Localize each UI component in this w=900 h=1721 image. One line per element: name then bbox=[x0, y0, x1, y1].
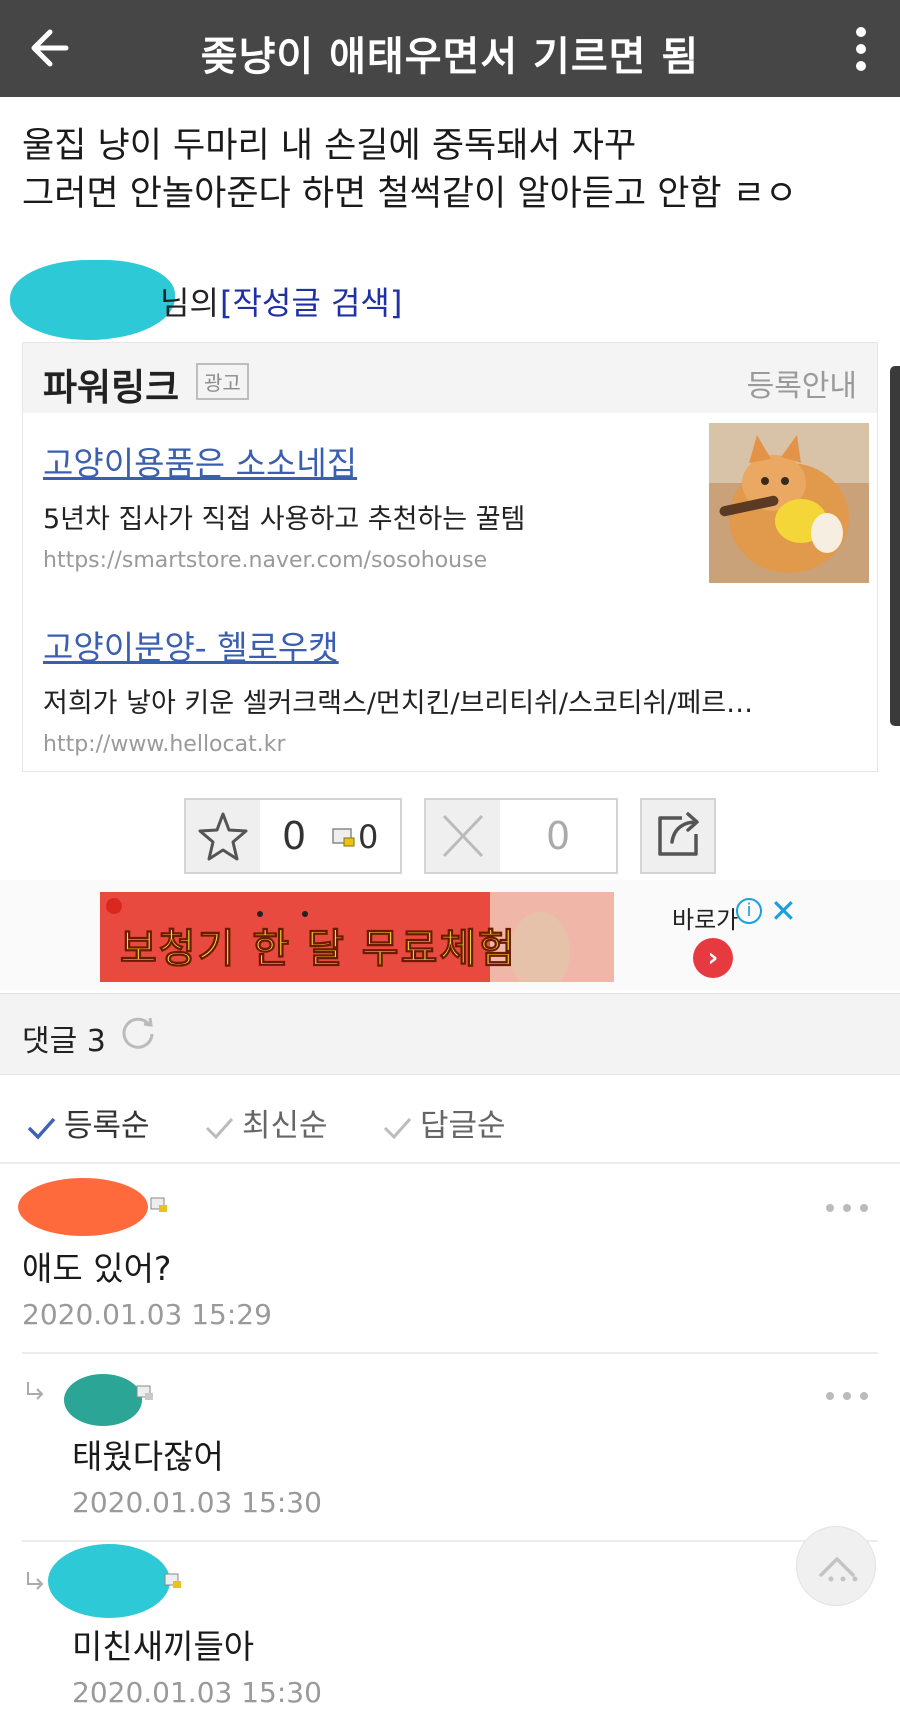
commenter-name-redaction bbox=[64, 1374, 142, 1426]
ad-register-link[interactable]: 등록안내 bbox=[747, 361, 857, 405]
check-icon bbox=[383, 1117, 412, 1139]
scroll-top-button[interactable] bbox=[796, 1526, 876, 1606]
level-count: 0 bbox=[358, 818, 379, 856]
side-scroll-indicator bbox=[890, 366, 900, 726]
check-icon bbox=[27, 1117, 56, 1140]
unrecommend-button[interactable] bbox=[426, 800, 500, 872]
author-suffix: 님의 bbox=[160, 284, 219, 322]
reply-comment-item: 태웠다잖어 2020.01.03 15:30 bbox=[0, 1354, 900, 1540]
star-icon bbox=[198, 812, 248, 861]
post-content: 울집 냥이 두마리 내 손길에 중독돼서 자꾸 그러면 안놀아준다 하면 철썩같… bbox=[22, 122, 797, 218]
sort-label: 등록순 bbox=[64, 1108, 150, 1144]
comment-date: 2020.01.03 15:29 bbox=[22, 1298, 272, 1331]
page-title: 좆냥이 애태우면서 기르면 됨 bbox=[200, 34, 700, 80]
comment-count: 댓글 3 bbox=[22, 1024, 106, 1059]
ad-item[interactable]: 고양이분양- 헬로우캣 저희가 낳아 키운 셀커크랙스/먼치킨/브리티쉬/스코티… bbox=[43, 621, 753, 757]
ad-description: 5년차 집사가 직접 사용하고 추천하는 꿀템 bbox=[43, 504, 526, 535]
banner-ad[interactable]: 보청기 한 달 무료체험 바로가 i ✕ › bbox=[0, 880, 900, 990]
sort-registered[interactable]: 등록순 bbox=[26, 1100, 150, 1145]
chevron-right-icon[interactable]: › bbox=[693, 938, 733, 978]
powerlink-ad-box: 파워링크 광고 등록안내 고양이용품은 소소네집 5년차 집사가 직접 사용하고… bbox=[22, 342, 878, 772]
comments-header: 댓글 3 bbox=[0, 993, 900, 1075]
commenter-name-redaction bbox=[48, 1544, 170, 1618]
commenter-name-redaction bbox=[18, 1178, 148, 1236]
ad-url: http://www.hellocat.kr bbox=[43, 732, 286, 757]
ad-close-icon[interactable]: ✕ bbox=[770, 892, 797, 930]
comment-text: 태웠다잖어 bbox=[72, 1437, 224, 1476]
reply-comment-item: 미친새끼들아 2020.01.03 15:30 bbox=[0, 1542, 900, 1721]
check-icon bbox=[205, 1117, 234, 1139]
recommend-button[interactable] bbox=[186, 800, 260, 872]
reply-arrow-icon bbox=[27, 1382, 44, 1400]
ad-title-link[interactable]: 고양이분양- 헬로우캣 bbox=[43, 621, 753, 669]
banner-text: 보청기 한 달 무료체험 bbox=[120, 926, 517, 973]
more-options-icon[interactable] bbox=[824, 1390, 870, 1402]
ad-description: 저희가 낳아 키운 셀커크랙스/먼치킨/브리티쉬/스코티쉬/페르… bbox=[43, 688, 754, 719]
comment-text: 미친새끼들아 bbox=[72, 1627, 255, 1666]
level-badge-icon bbox=[164, 1573, 181, 1588]
unrecommend-box: 0 bbox=[424, 798, 618, 874]
comment-item: 애도 있어? 2020.01.03 15:29 bbox=[0, 1166, 900, 1352]
comment-text: 애도 있어? bbox=[22, 1249, 172, 1288]
unrecommend-count: 0 bbox=[546, 814, 571, 858]
vertical-dots-icon[interactable] bbox=[852, 26, 870, 72]
comment-date: 2020.01.03 15:30 bbox=[72, 1676, 322, 1709]
refresh-icon[interactable] bbox=[118, 1012, 158, 1052]
powerlink-header: 파워링크 광고 등록안내 bbox=[23, 343, 877, 413]
cat-thumbnail-image[interactable] bbox=[709, 423, 869, 583]
sort-label: 최신순 bbox=[242, 1108, 328, 1144]
reply-arrow-icon bbox=[27, 1572, 44, 1590]
share-button[interactable] bbox=[640, 798, 716, 874]
ad-item[interactable]: 고양이용품은 소소네집 5년차 집사가 직접 사용하고 추천하는 꿀템 http… bbox=[43, 437, 525, 573]
more-options-icon[interactable] bbox=[824, 1202, 870, 1214]
level-badge-icon bbox=[332, 828, 355, 847]
recommend-box: 0 0 bbox=[184, 798, 402, 874]
ad-badge: 광고 bbox=[196, 363, 249, 400]
app-header: 좆냥이 애태우면서 기르면 됨 bbox=[0, 0, 900, 97]
x-icon bbox=[442, 814, 484, 858]
comment-sort-bar: 등록순 최신순 답글순 bbox=[0, 1076, 900, 1164]
ad-title-link[interactable]: 고양이용품은 소소네집 bbox=[43, 437, 525, 485]
share-icon bbox=[658, 812, 699, 856]
powerlink-title: 파워링크 bbox=[43, 366, 180, 409]
sort-label: 답글순 bbox=[420, 1108, 506, 1144]
post-line: 그러면 안놀아준다 하면 철썩같이 알아듣고 안함 ㄹㅇ bbox=[22, 174, 798, 214]
level-badge-icon bbox=[136, 1385, 153, 1400]
comment-date: 2020.01.03 15:30 bbox=[72, 1486, 322, 1519]
level-badge-icon bbox=[150, 1197, 167, 1212]
post-line: 울집 냥이 두마리 내 손길에 중독돼서 자꾸 bbox=[22, 126, 637, 166]
author-name-redaction bbox=[10, 260, 175, 340]
banner-go-label[interactable]: 바로가 bbox=[672, 900, 738, 935]
sort-latest[interactable]: 최신순 bbox=[204, 1100, 328, 1145]
author-search-link[interactable]: [작성글 검색] bbox=[220, 278, 402, 324]
sort-replies[interactable]: 답글순 bbox=[382, 1100, 506, 1145]
banner-image[interactable]: 보청기 한 달 무료체험 bbox=[100, 892, 614, 982]
ad-url: https://smartstore.naver.com/sosohouse bbox=[43, 548, 488, 573]
recommend-count: 0 bbox=[282, 814, 307, 858]
ad-info-icon[interactable]: i bbox=[736, 898, 762, 924]
chevron-up-icon bbox=[819, 1557, 858, 1582]
